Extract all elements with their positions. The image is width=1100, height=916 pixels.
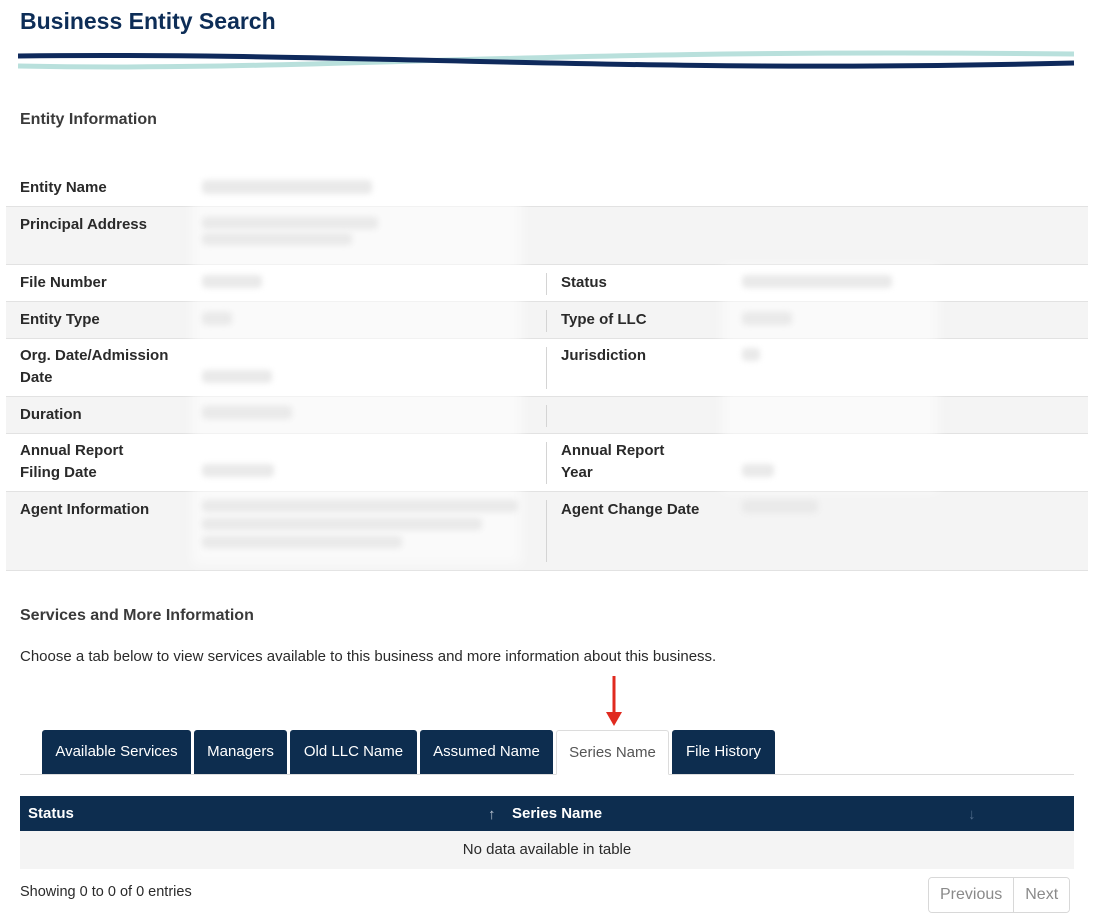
tab-old-llc-name[interactable]: Old LLC Name [290,730,417,774]
sort-descending-icon[interactable]: ↓ [968,796,976,833]
next-button[interactable]: Next [1013,878,1070,912]
sort-ascending-icon[interactable]: ↑ [488,796,496,833]
annual-filing-label-line1: Annual Report [20,442,124,459]
series-name-table: Status ↑ Series Name ↓ No data available… [20,796,1074,869]
info-tabs: Available Services Managers Old LLC Name… [20,730,1074,775]
entries-info: Showing 0 to 0 of 0 entries [20,884,192,900]
column-divider [546,347,547,389]
redacted-filing-date [202,464,274,477]
org-date-label-line1: Org. Date/Admission [20,347,169,364]
type-of-llc-label: Type of LLC [561,311,647,328]
entity-information-heading: Entity Information [20,111,157,128]
principal-address-row: Principal Address [6,207,1088,265]
redacted-agent-line3 [202,536,402,548]
column-divider [546,273,547,295]
services-heading: Services and More Information [20,607,254,624]
agent-change-date-label: Agent Change Date [561,501,700,518]
principal-address-label: Principal Address [20,216,147,233]
entity-type-label: Entity Type [20,311,100,328]
org-date-label-line2: Date [20,369,53,386]
redacted-agent-line2 [202,518,482,530]
column-divider [546,500,547,562]
entity-name-row: Entity Name [6,170,1088,207]
tab-available-services[interactable]: Available Services [42,730,191,774]
column-divider [546,405,547,427]
services-description: Choose a tab below to view services avai… [20,648,717,665]
status-label: Status [561,274,607,291]
duration-label: Duration [20,406,82,423]
entity-name-label: Entity Name [20,179,107,196]
redacted-address-line2 [202,233,352,245]
column-divider [546,442,547,484]
redacted-entity-type [202,312,232,325]
tab-file-history[interactable]: File History [672,730,775,774]
tab-series-name[interactable]: Series Name [556,730,669,775]
table-header: Status ↑ Series Name ↓ [20,796,1074,831]
redacted-file-number [202,275,262,288]
jurisdiction-label: Jurisdiction [561,347,647,364]
column-divider [546,310,547,332]
page-title: Business Entity Search [20,8,276,34]
header-wave-decoration [18,50,1075,70]
annual-filing-label-line2: Filing Date [20,464,97,481]
redacted-entity-name [202,180,372,194]
file-number-label: File Number [20,274,107,291]
redacted-type-of-llc [742,312,792,325]
column-header-series-name[interactable]: Series Name [512,796,602,831]
redacted-address-line1 [202,217,378,229]
redacted-jurisdiction [742,348,760,361]
redacted-values-panel-right [722,265,938,492]
redacted-agent-line1 [202,500,518,512]
redacted-status [742,275,892,288]
tab-managers[interactable]: Managers [194,730,287,774]
entity-info-table: Entity Name Principal Address File Numbe… [6,170,1088,571]
tab-assumed-name[interactable]: Assumed Name [420,730,553,774]
column-header-status[interactable]: Status [28,796,74,831]
agent-row: Agent Information Agent Change Date [6,492,1088,571]
redacted-org-date [202,370,272,383]
agent-information-label: Agent Information [20,501,150,518]
redacted-report-year [742,464,774,477]
pagination: Previous Next [928,877,1071,913]
redacted-duration [202,406,292,419]
annual-year-label-line1: Annual Report [561,442,665,459]
empty-table-message: No data available in table [20,831,1074,869]
previous-button[interactable]: Previous [929,878,1014,912]
red-arrow-annotation [606,676,622,726]
annual-year-label-line2: Year [561,464,593,481]
redacted-agent-change-date [742,500,818,513]
